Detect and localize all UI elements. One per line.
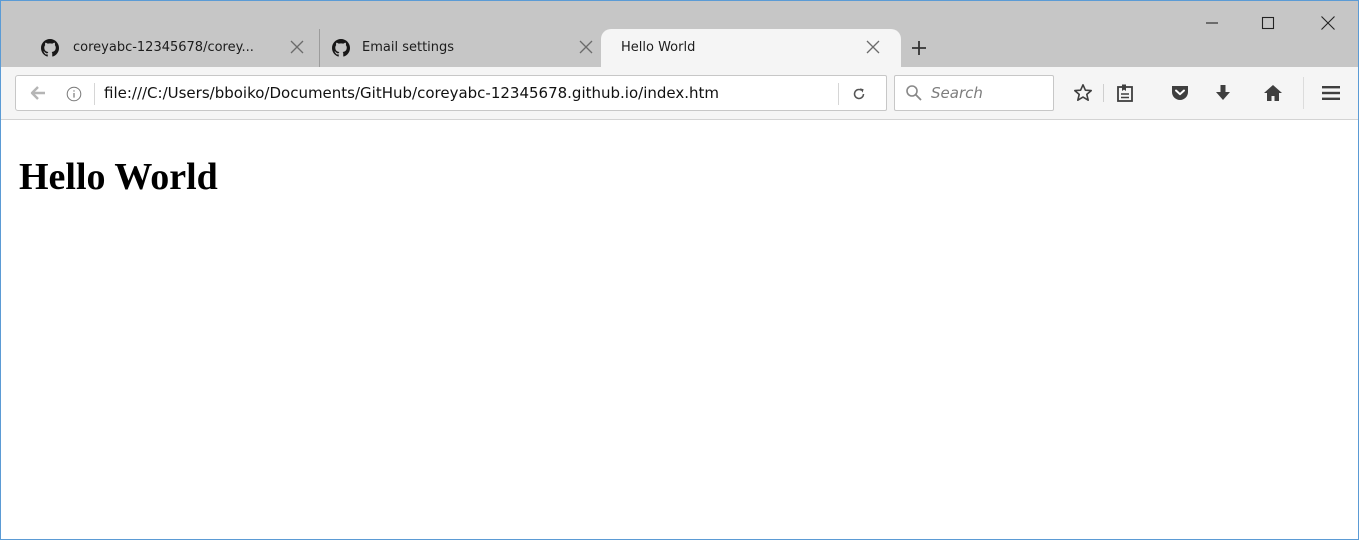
search-bar[interactable] <box>894 75 1054 111</box>
bookmarks-list-icon <box>1117 84 1133 102</box>
close-icon <box>866 40 880 54</box>
tab-close-button[interactable] <box>576 37 596 57</box>
reload-button[interactable] <box>848 83 870 105</box>
tab-close-button[interactable] <box>287 37 307 57</box>
info-icon <box>66 86 82 102</box>
tab-strip: coreyabc-12345678/corey... Email setting… <box>1 1 1358 67</box>
tab-title: Hello World <box>621 40 696 55</box>
plus-icon <box>912 41 926 55</box>
site-info-button[interactable] <box>64 84 84 104</box>
tab-hello-world[interactable]: Hello World <box>601 29 901 67</box>
download-icon <box>1216 85 1230 100</box>
tab-close-button[interactable] <box>863 37 883 57</box>
back-arrow-icon <box>30 86 45 100</box>
search-input[interactable] <box>931 76 1047 110</box>
page-content: Hello World <box>1 121 1358 539</box>
search-icon <box>906 85 922 101</box>
new-tab-button[interactable] <box>905 35 933 61</box>
maximize-button[interactable] <box>1245 7 1291 39</box>
window-close-button[interactable] <box>1305 7 1351 39</box>
toolbar-separator <box>1103 84 1104 102</box>
close-icon <box>1321 16 1335 30</box>
url-input[interactable] <box>104 76 824 110</box>
browser-window: coreyabc-12345678/corey... Email setting… <box>0 0 1359 540</box>
tab-email-settings[interactable]: Email settings <box>319 29 607 67</box>
page-heading: Hello World <box>19 156 218 198</box>
pocket-button[interactable] <box>1164 77 1196 109</box>
tab-title: Email settings <box>362 40 455 55</box>
close-icon <box>290 40 304 54</box>
home-button[interactable] <box>1257 77 1289 109</box>
reload-separator <box>838 83 839 105</box>
maximize-icon <box>1261 16 1275 30</box>
hamburger-menu-icon <box>1322 86 1340 100</box>
main-menu-button[interactable] <box>1315 77 1347 109</box>
minimize-button[interactable] <box>1189 7 1235 39</box>
tab-title: coreyabc-12345678/corey... <box>73 40 254 55</box>
tab-github-repo[interactable]: coreyabc-12345678/corey... <box>11 29 317 67</box>
bookmarks-menu-button[interactable] <box>1109 77 1141 109</box>
reload-icon <box>853 88 865 100</box>
minimize-icon <box>1206 22 1218 24</box>
github-icon <box>332 39 350 57</box>
star-icon <box>1074 84 1092 101</box>
menu-separator <box>1303 77 1304 109</box>
github-icon <box>41 39 59 57</box>
back-button[interactable] <box>18 77 58 109</box>
url-bar[interactable] <box>15 75 887 111</box>
pocket-icon <box>1172 86 1188 100</box>
nav-bar <box>1 67 1358 120</box>
home-icon <box>1264 85 1282 101</box>
url-separator <box>94 83 95 105</box>
bookmark-button[interactable] <box>1067 77 1099 109</box>
close-icon <box>579 40 593 54</box>
downloads-button[interactable] <box>1207 77 1239 109</box>
